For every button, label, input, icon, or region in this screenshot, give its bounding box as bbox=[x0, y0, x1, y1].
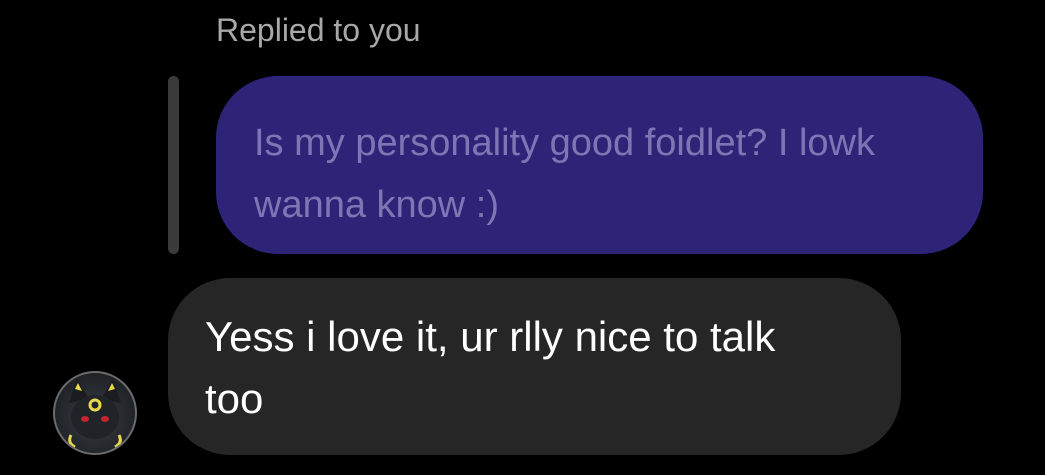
sender-avatar[interactable] bbox=[53, 371, 137, 455]
received-message-bubble[interactable]: Yess i love it, ur rlly nice to talk too bbox=[168, 278, 901, 455]
received-message-text: Yess i love it, ur rlly nice to talk too bbox=[205, 313, 776, 422]
quoted-message-text: Is my personality good foidlet? I lowk w… bbox=[254, 122, 875, 226]
quoted-message-bubble[interactable]: Is my personality good foidlet? I lowk w… bbox=[216, 76, 983, 254]
umbreon-avatar-icon bbox=[68, 379, 122, 449]
quote-indicator-bar bbox=[168, 76, 179, 254]
reply-context-label: Replied to you bbox=[216, 12, 421, 48]
